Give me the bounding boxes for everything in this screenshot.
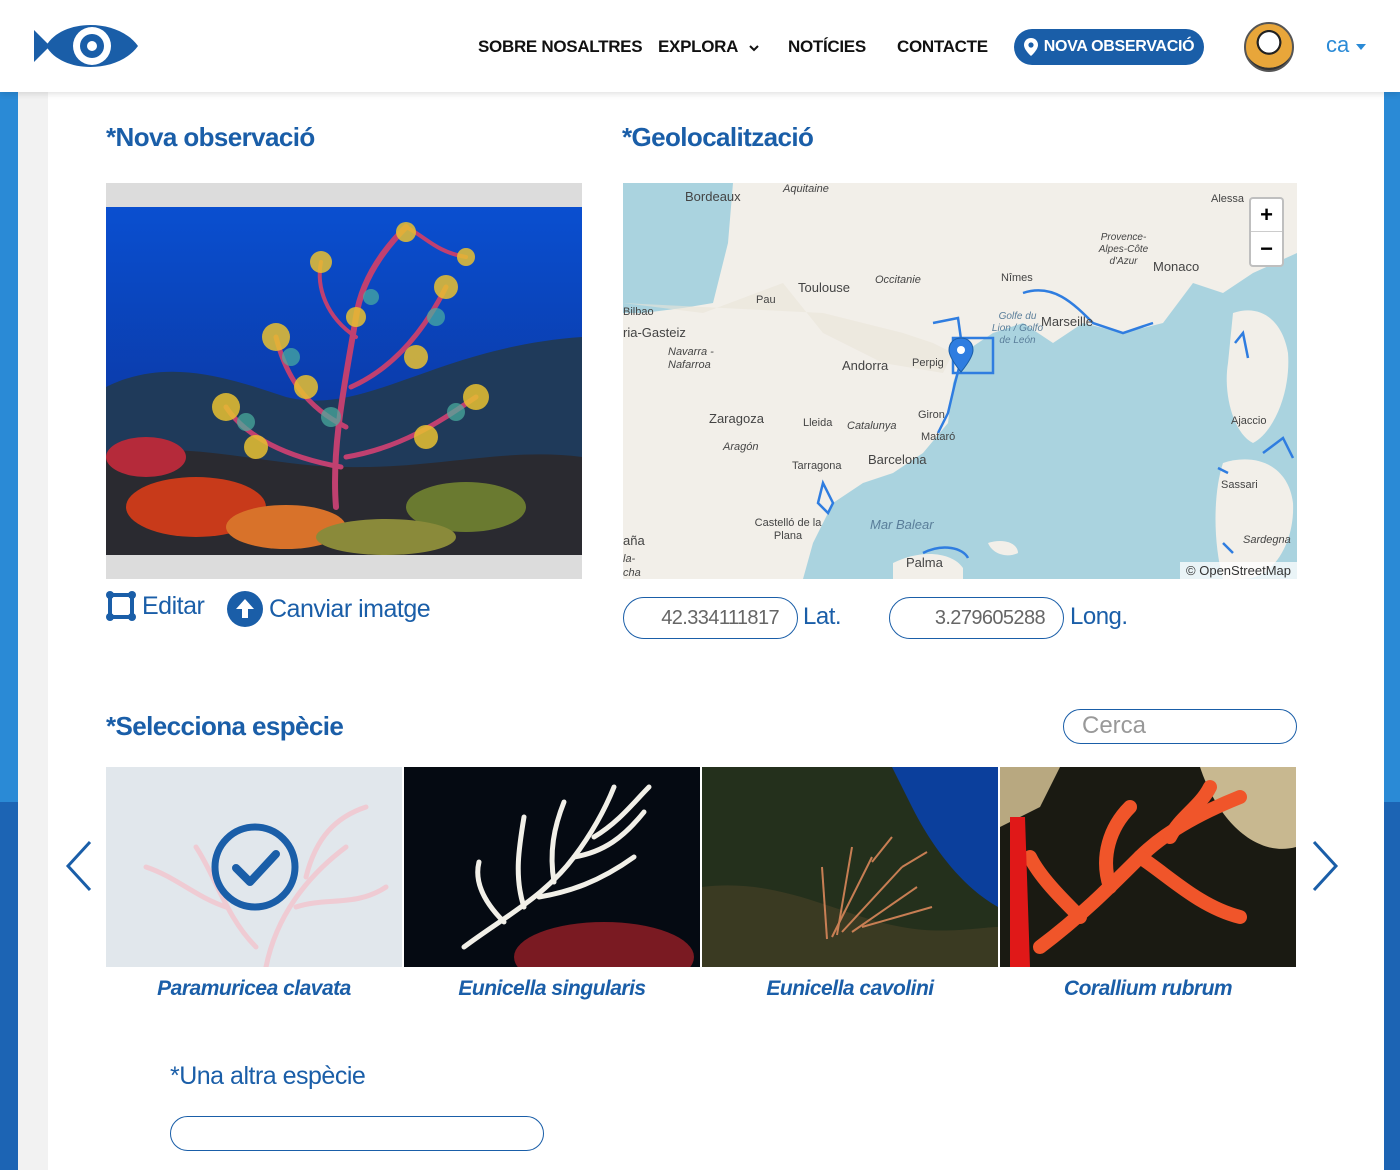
change-image-button[interactable]: Canviar imatge <box>227 591 431 627</box>
map-place-label: Navarra - Nafarroa <box>668 346 714 371</box>
carousel-next-icon[interactable] <box>1310 840 1340 892</box>
map-place-label: Aragón <box>723 441 759 453</box>
longitude-label: Long. <box>1070 603 1128 630</box>
map-place-label: Toulouse <box>798 280 851 295</box>
map-place-label: Zaragoza <box>709 411 764 426</box>
observation-photo <box>106 207 582 555</box>
map-place-label: Nîmes <box>1001 272 1033 284</box>
map-place-label: Aquitaine <box>783 183 829 195</box>
map-place-label: Occitanie <box>875 274 921 286</box>
user-avatar[interactable] <box>1244 22 1294 72</box>
geolocation-title: *Geolocalització <box>622 122 814 152</box>
map-place-label: Marseille <box>1041 314 1094 329</box>
map-place-label: Pau <box>756 294 776 306</box>
map-place-label: Provence-Alpes-Côte d'Azur <box>1098 232 1149 267</box>
map-place-label: Andorra <box>842 358 889 373</box>
chevron-down-icon <box>749 44 759 51</box>
nav-explora[interactable]: EXPLORA <box>658 37 760 57</box>
species-carousel <box>106 767 1296 967</box>
carousel-prev-icon[interactable] <box>64 840 94 892</box>
observation-title: *Nova observació <box>106 122 315 152</box>
zoom-out-button[interactable]: − <box>1251 232 1282 265</box>
map-place-label: Ajaccio <box>1231 415 1267 427</box>
edit-label: Editar <box>142 591 205 620</box>
new-observation-button[interactable]: NOVA OBSERVACIÓ <box>1014 29 1204 65</box>
map-zoom-controls: + − <box>1249 197 1284 267</box>
language-label: ca <box>1326 32 1350 57</box>
header: SOBRE NOSALTRES EXPLORA NOTÍCIES CONTACT… <box>0 0 1400 92</box>
other-species-label: *Una altra espècie <box>170 1062 366 1090</box>
species-card-corallium-rubrum[interactable] <box>1000 767 1296 967</box>
map-place-label: la- <box>623 553 636 565</box>
upload-circle-icon <box>227 591 263 627</box>
map-place-label: Lleida <box>803 417 833 429</box>
selected-check-icon <box>211 823 299 911</box>
crop-icon <box>106 591 136 621</box>
map-place-label: Catalunya <box>847 420 897 432</box>
species-card-paramuricea-clavata[interactable] <box>106 767 402 967</box>
nav-noticies[interactable]: NOTÍCIES <box>788 37 866 57</box>
map-place-label: Tarragona <box>792 460 842 472</box>
map-place-label: Mar Balear <box>870 517 934 532</box>
map-place-label: Castelló de la Plana <box>754 517 822 542</box>
latitude-label: Lat. <box>803 603 842 630</box>
nav-sobre-nosaltres[interactable]: SOBRE NOSALTRES <box>478 37 643 57</box>
geolocation-map[interactable]: Bordeaux Aquitaine Toulouse Occitanie Pa… <box>623 183 1297 579</box>
main-content: *Nova observació *Geolocalització Editar… <box>48 92 1384 1170</box>
map-place-label: Bilbao <box>623 306 654 318</box>
logo-fish-eye-icon[interactable] <box>32 12 140 80</box>
map-place-label: cha <box>623 567 641 579</box>
species-name: Paramuricea clavata <box>157 977 351 1000</box>
species-name: Eunicella singularis <box>458 977 646 1000</box>
map-place-label: Mataró <box>921 431 956 443</box>
language-selector[interactable]: ca <box>1326 32 1367 58</box>
species-card-eunicella-cavolini[interactable] <box>702 767 998 967</box>
nav-explora-label: EXPLORA <box>658 37 738 56</box>
select-species-title: *Selecciona espècie <box>106 711 344 741</box>
map-place-label: Alessa <box>1211 193 1245 205</box>
map-place-label: Sassari <box>1221 479 1258 491</box>
map-place-label: Barcelona <box>868 452 927 467</box>
latitude-input[interactable]: 42.334111817 <box>623 597 798 639</box>
map-place-label: Bordeaux <box>685 189 741 204</box>
species-name: Corallium rubrum <box>1063 977 1233 1000</box>
map-attribution[interactable]: © OpenStreetMap <box>1180 562 1297 579</box>
map-place-label: Sardegna <box>1243 534 1291 546</box>
map-place-label: Palma <box>906 555 943 570</box>
map-place-label: aña <box>623 533 645 548</box>
map-place-label: Monaco <box>1153 259 1200 274</box>
map-place-label: ria-Gasteiz <box>623 325 686 340</box>
species-search-input[interactable]: Cerca <box>1063 709 1297 744</box>
nav-contacte[interactable]: CONTACTE <box>897 37 988 57</box>
photo-container <box>106 183 582 579</box>
edit-button[interactable]: Editar <box>106 591 205 621</box>
map-pin-icon <box>1023 38 1038 56</box>
longitude-input[interactable]: 3.279605288 <box>889 597 1064 639</box>
map-place-label: Perpig <box>912 357 944 369</box>
map-place-label: Giron <box>918 409 945 421</box>
other-species-input[interactable] <box>170 1116 544 1151</box>
left-frame <box>0 92 48 1170</box>
map-place-label: Golfe du Lion / Golfo de León <box>991 311 1044 346</box>
species-name: Eunicella cavolini <box>766 977 934 1000</box>
species-card-eunicella-singularis[interactable] <box>404 767 700 967</box>
caret-down-icon <box>1356 44 1367 50</box>
change-image-label: Canviar imatge <box>269 594 431 623</box>
new-observation-label: NOVA OBSERVACIÓ <box>1043 38 1195 55</box>
zoom-in-button[interactable]: + <box>1251 199 1282 232</box>
